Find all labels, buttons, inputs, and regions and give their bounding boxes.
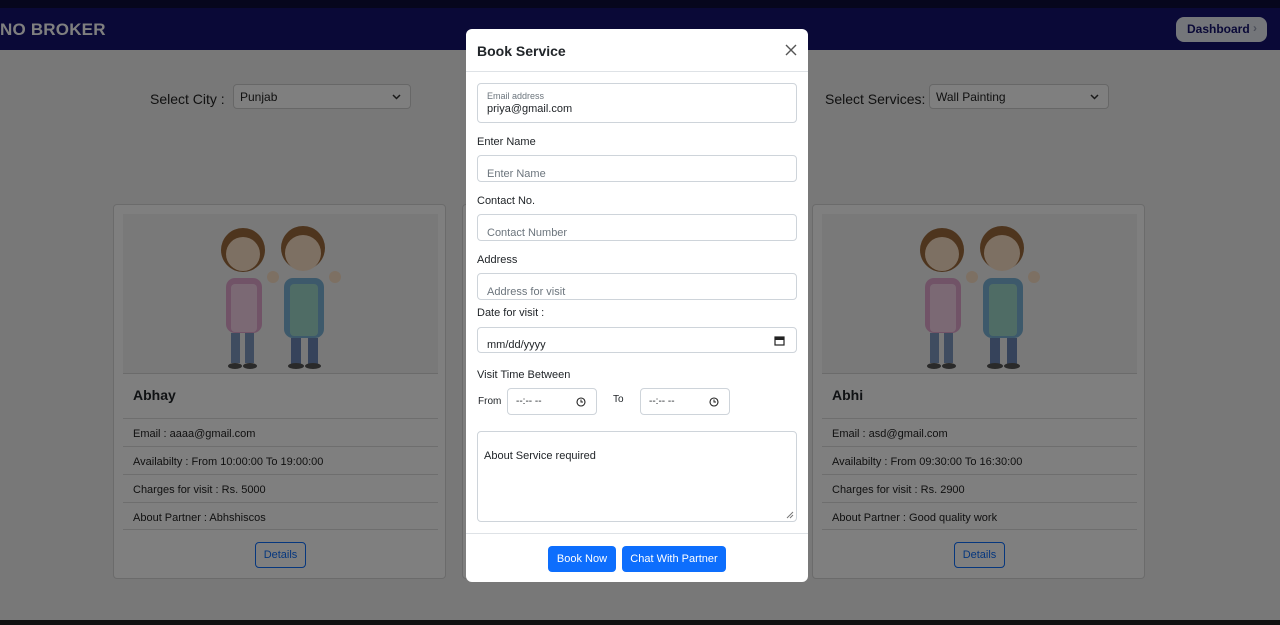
- address-label: Address: [477, 254, 518, 266]
- from-label: From: [478, 396, 502, 407]
- close-icon[interactable]: [784, 43, 798, 57]
- modal-title: Book Service: [477, 43, 566, 59]
- name-label: Enter Name: [477, 136, 536, 148]
- modal-footer: Book Now Chat With Partner: [466, 533, 808, 582]
- bottom-bar: [0, 620, 1280, 625]
- resize-handle-icon[interactable]: [786, 511, 794, 519]
- chat-with-partner-button[interactable]: Chat With Partner: [622, 546, 726, 572]
- email-field[interactable]: Email address priya@gmail.com: [477, 83, 797, 123]
- modal-header: Book Service: [466, 29, 808, 72]
- from-time-value: --:-- --: [516, 396, 542, 407]
- name-input[interactable]: Enter Name: [477, 155, 797, 182]
- date-label: Date for visit :: [477, 307, 545, 319]
- clock-icon[interactable]: [576, 397, 586, 407]
- time-label: Visit Time Between: [477, 369, 571, 381]
- contact-placeholder: Contact Number: [487, 227, 568, 239]
- contact-label: Contact No.: [477, 195, 536, 207]
- date-value: mm/dd/yyyy: [487, 339, 546, 351]
- book-service-modal: Book Service Email address priya@gmail.c…: [466, 29, 808, 582]
- about-service-placeholder: About Service required: [484, 450, 596, 462]
- to-time-input[interactable]: --:-- --: [640, 388, 730, 415]
- address-placeholder: Address for visit: [487, 286, 566, 298]
- name-placeholder: Enter Name: [487, 168, 546, 180]
- date-input[interactable]: mm/dd/yyyy: [477, 327, 797, 353]
- calendar-icon[interactable]: [774, 335, 785, 346]
- clock-icon[interactable]: [709, 397, 719, 407]
- about-service-textarea[interactable]: About Service required: [477, 431, 797, 522]
- to-time-value: --:-- --: [649, 396, 675, 407]
- to-label: To: [613, 394, 624, 405]
- email-value: priya@gmail.com: [487, 103, 573, 115]
- from-time-input[interactable]: --:-- --: [507, 388, 597, 415]
- email-label: Email address: [487, 91, 545, 101]
- address-input[interactable]: Address for visit: [477, 273, 797, 300]
- book-now-button[interactable]: Book Now: [548, 546, 616, 572]
- contact-input[interactable]: Contact Number: [477, 214, 797, 241]
